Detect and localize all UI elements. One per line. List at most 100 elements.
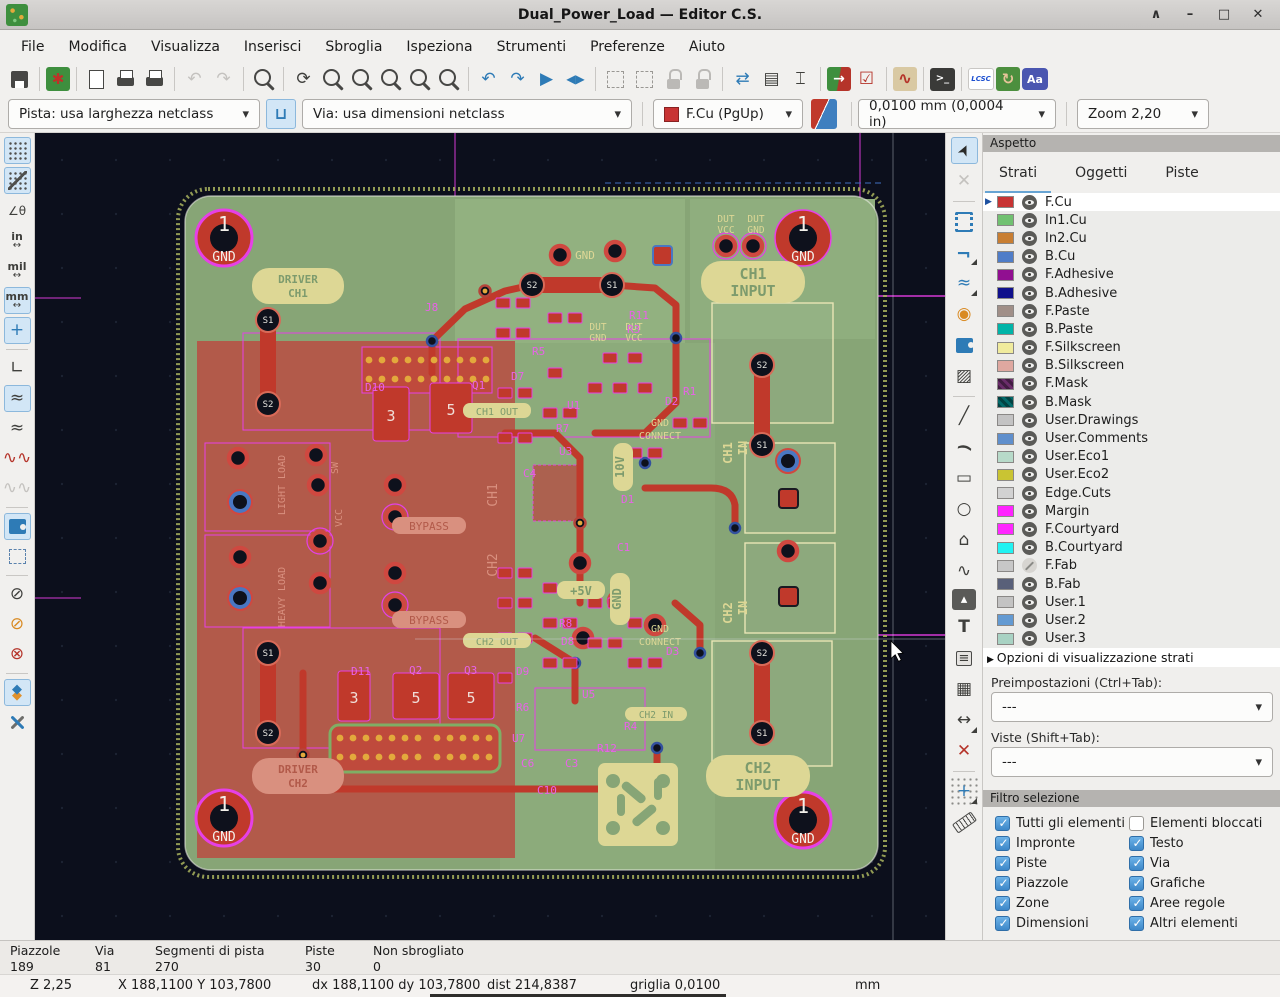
layer-row[interactable]: B.Paste bbox=[983, 320, 1280, 338]
layer-color-swatch[interactable] bbox=[997, 269, 1014, 281]
visibility-eye-icon[interactable] bbox=[1022, 340, 1037, 355]
menu-strumenti[interactable]: Strumenti bbox=[486, 35, 578, 59]
visibility-eye-icon[interactable] bbox=[1022, 449, 1037, 464]
place-table-tool-icon[interactable] bbox=[951, 676, 978, 703]
title-bar[interactable]: Dual_Power_Load — Editor C.S. ∧ – □ ✕ bbox=[0, 0, 1280, 30]
layer-row[interactable]: F.Mask bbox=[983, 375, 1280, 393]
layer-color-swatch[interactable] bbox=[997, 433, 1014, 445]
pad-fill-mode-icon[interactable] bbox=[4, 611, 31, 638]
zone-outline-mode-icon[interactable] bbox=[4, 543, 31, 570]
layer-row[interactable]: Margin bbox=[983, 502, 1280, 520]
layer-row[interactable]: B.Mask bbox=[983, 393, 1280, 411]
route-diff-pairs-tool-icon[interactable] bbox=[951, 270, 978, 297]
active-layer-select[interactable]: F.Cu (PgUp) bbox=[653, 99, 803, 129]
lock-button[interactable] bbox=[660, 66, 687, 93]
menu-inserisci[interactable]: Inserisci bbox=[233, 35, 312, 59]
layer-color-swatch[interactable] bbox=[997, 196, 1014, 208]
route-tracks-tool-icon[interactable] bbox=[951, 239, 978, 266]
visibility-eye-icon[interactable] bbox=[1022, 504, 1037, 519]
layer-row[interactable]: B.Cu bbox=[983, 248, 1280, 266]
menu-preferenze[interactable]: Preferenze bbox=[579, 35, 676, 59]
exchange-footprints-button[interactable] bbox=[729, 66, 756, 93]
lcsc-plugin-button[interactable] bbox=[968, 68, 994, 90]
checkbox-aree-regole[interactable] bbox=[1129, 896, 1144, 911]
layer-row[interactable]: User.2 bbox=[983, 611, 1280, 629]
menu-modifica[interactable]: Modifica bbox=[57, 35, 138, 59]
appearance-panel-title[interactable]: Aspetto bbox=[983, 135, 1280, 152]
track-posture-toggle[interactable] bbox=[266, 99, 296, 129]
checkbox-zone[interactable] bbox=[995, 896, 1010, 911]
checkbox-via[interactable] bbox=[1129, 856, 1144, 871]
zoom-fit-page-button[interactable] bbox=[377, 66, 404, 93]
presets-select[interactable]: --- bbox=[991, 692, 1273, 722]
visibility-eye-icon[interactable] bbox=[1022, 486, 1037, 501]
draw-polygon-tool-icon[interactable] bbox=[951, 527, 978, 554]
visibility-eye-icon[interactable] bbox=[1022, 231, 1037, 246]
polar-coordinates-icon[interactable] bbox=[4, 197, 31, 224]
layer-color-swatch[interactable] bbox=[997, 542, 1014, 554]
plot-button[interactable] bbox=[141, 66, 168, 93]
layer-row[interactable]: B.Fab bbox=[983, 575, 1280, 593]
grid-origin-tool-icon[interactable] bbox=[951, 778, 978, 805]
layer-row[interactable]: B.Silkscreen bbox=[983, 357, 1280, 375]
layer-color-swatch[interactable] bbox=[997, 523, 1014, 535]
tab-piste[interactable]: Piste bbox=[1165, 157, 1198, 191]
select-tool-icon[interactable] bbox=[951, 137, 978, 164]
ungroup-button[interactable] bbox=[631, 66, 658, 93]
visibility-eye-icon[interactable] bbox=[1022, 195, 1037, 210]
layer-row[interactable]: In1.Cu bbox=[983, 211, 1280, 229]
net-highlight-mode-icon[interactable] bbox=[4, 445, 31, 472]
layer-color-swatch[interactable] bbox=[997, 560, 1014, 572]
zoom-select[interactable]: Zoom 2,20 bbox=[1077, 99, 1209, 129]
minimize-button[interactable]: – bbox=[1176, 4, 1204, 26]
cursor-shape-icon[interactable] bbox=[4, 317, 31, 344]
limit-45-icon[interactable] bbox=[4, 355, 31, 382]
zoom-out-button[interactable] bbox=[348, 66, 375, 93]
layer-color-swatch[interactable] bbox=[997, 232, 1014, 244]
place-text-tool-icon[interactable] bbox=[951, 614, 978, 641]
layer-row[interactable]: User.Eco1 bbox=[983, 448, 1280, 466]
visibility-eye-icon[interactable] bbox=[1022, 322, 1037, 337]
layer-row[interactable]: F.Adhesive bbox=[983, 266, 1280, 284]
footprint-outline-mode-icon[interactable] bbox=[4, 581, 31, 608]
via-fill-mode-icon[interactable] bbox=[4, 641, 31, 668]
visibility-eye-icon[interactable] bbox=[1022, 413, 1037, 428]
visibility-eye-icon[interactable] bbox=[1022, 286, 1037, 301]
layer-row[interactable]: User.1 bbox=[983, 593, 1280, 611]
layer-row[interactable]: F.Paste bbox=[983, 302, 1280, 320]
visibility-eye-icon[interactable] bbox=[1022, 613, 1037, 628]
layer-color-swatch[interactable] bbox=[997, 578, 1014, 590]
undo-button[interactable] bbox=[181, 66, 208, 93]
measure-tool-icon[interactable] bbox=[951, 809, 978, 836]
order-plugin-button[interactable] bbox=[996, 67, 1020, 91]
net-highlight-button[interactable] bbox=[893, 67, 917, 91]
draw-bezier-tool-icon[interactable] bbox=[951, 558, 978, 585]
save-button[interactable] bbox=[6, 66, 33, 93]
layer-color-swatch[interactable] bbox=[997, 596, 1014, 608]
visibility-eye-icon[interactable] bbox=[1022, 631, 1037, 646]
refresh-view-button[interactable] bbox=[290, 66, 317, 93]
visibility-eye-icon[interactable] bbox=[1022, 267, 1037, 282]
net-color-mode-icon[interactable] bbox=[4, 475, 31, 502]
units-mm-icon[interactable] bbox=[4, 287, 31, 314]
layer-color-swatch[interactable] bbox=[997, 614, 1014, 626]
pin-tool-button[interactable] bbox=[787, 66, 814, 93]
visibility-eye-icon[interactable] bbox=[1022, 522, 1037, 537]
layer-color-swatch[interactable] bbox=[997, 323, 1014, 335]
place-textbox-tool-icon[interactable] bbox=[951, 645, 978, 672]
update-pcb-from-schematic-button[interactable] bbox=[827, 67, 851, 91]
local-ratsnest-tool-icon[interactable] bbox=[951, 168, 978, 195]
menu-ispeziona[interactable]: Ispeziona bbox=[395, 35, 483, 59]
layer-color-swatch[interactable] bbox=[997, 305, 1014, 317]
visibility-eye-icon[interactable] bbox=[1022, 395, 1037, 410]
layer-row[interactable]: User.Comments bbox=[983, 429, 1280, 447]
checkbox-piazzole[interactable] bbox=[995, 876, 1010, 891]
draw-arc-tool-icon[interactable] bbox=[951, 434, 978, 461]
visibility-eye-icon[interactable] bbox=[1022, 376, 1037, 391]
layer-color-swatch[interactable] bbox=[997, 214, 1014, 226]
redo-button[interactable] bbox=[210, 66, 237, 93]
track-width-select[interactable]: Pista: usa larghezza netclass bbox=[8, 99, 260, 129]
visibility-eye-icon[interactable] bbox=[1022, 467, 1037, 482]
checkbox-altri-elementi[interactable] bbox=[1129, 916, 1144, 931]
menu-visualizza[interactable]: Visualizza bbox=[140, 35, 231, 59]
